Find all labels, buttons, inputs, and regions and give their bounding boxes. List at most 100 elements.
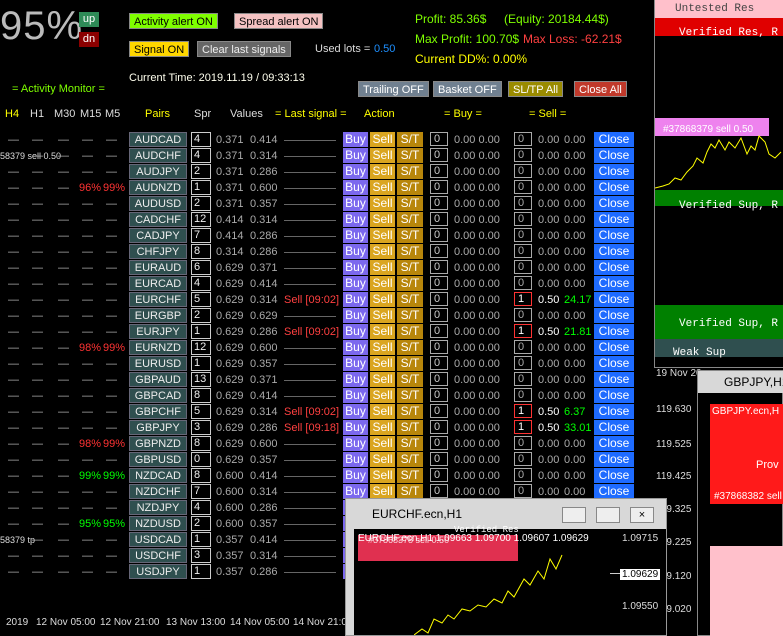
pair-label[interactable]: EURAUD	[129, 260, 187, 275]
sell-button[interactable]: Sell	[370, 404, 395, 419]
close-button[interactable]: Close	[594, 468, 634, 483]
trailing-button[interactable]: Trailing OFF	[358, 81, 429, 97]
close-button[interactable]: Close	[594, 132, 634, 147]
pair-label[interactable]: GBPJPY	[129, 420, 187, 435]
st-button[interactable]: S/T	[397, 372, 423, 387]
sell-button[interactable]: Sell	[370, 372, 395, 387]
close-button[interactable]: Close	[594, 212, 634, 227]
st-button[interactable]: S/T	[397, 484, 423, 499]
close-button[interactable]: Close	[594, 372, 634, 387]
close-button[interactable]: Close	[594, 276, 634, 291]
sell-button[interactable]: Sell	[370, 244, 395, 259]
pair-label[interactable]: USDJPY	[129, 564, 187, 579]
sell-button[interactable]: Sell	[370, 260, 395, 275]
pair-label[interactable]: EURCAD	[129, 276, 187, 291]
sell-button[interactable]: Sell	[370, 276, 395, 291]
sell-button[interactable]: Sell	[370, 292, 395, 307]
close-button[interactable]: Close	[594, 388, 634, 403]
sell-button[interactable]: Sell	[370, 484, 395, 499]
sell-button[interactable]: Sell	[370, 132, 395, 147]
buy-button[interactable]: Buy	[343, 292, 368, 307]
pair-label[interactable]: EURUSD	[129, 356, 187, 371]
buy-button[interactable]: Buy	[343, 148, 368, 163]
sell-button[interactable]: Sell	[370, 308, 395, 323]
pair-label[interactable]: AUDNZD	[129, 180, 187, 195]
pair-label[interactable]: CHFJPY	[129, 244, 187, 259]
up-button[interactable]: up	[79, 12, 99, 27]
eurchf-max-button[interactable]	[596, 507, 620, 523]
st-button[interactable]: S/T	[397, 404, 423, 419]
close-button[interactable]: Close	[594, 260, 634, 275]
clear-signals-button[interactable]: Clear last signals	[197, 41, 291, 57]
st-button[interactable]: S/T	[397, 260, 423, 275]
sell-button[interactable]: Sell	[370, 436, 395, 451]
pair-label[interactable]: EURJPY	[129, 324, 187, 339]
pair-label[interactable]: NZDUSD	[129, 516, 187, 531]
close-button[interactable]: Close	[594, 148, 634, 163]
pair-label[interactable]: GBPCHF	[129, 404, 187, 419]
st-button[interactable]: S/T	[397, 132, 423, 147]
st-button[interactable]: S/T	[397, 228, 423, 243]
pair-label[interactable]: USDCAD	[129, 532, 187, 547]
st-button[interactable]: S/T	[397, 420, 423, 435]
pair-label[interactable]: CADJPY	[129, 228, 187, 243]
st-button[interactable]: S/T	[397, 180, 423, 195]
eurchf-close-button[interactable]: ×	[630, 507, 654, 523]
gbpjpy-window[interactable]: GBPJPY,H1 GBPJPY.ecn,H Prov #37868382 se…	[697, 370, 783, 636]
sltp-all-button[interactable]: SL/TP All	[508, 81, 564, 97]
buy-button[interactable]: Buy	[343, 196, 368, 211]
dn-button[interactable]: dn	[79, 32, 99, 47]
sell-button[interactable]: Sell	[370, 468, 395, 483]
close-button[interactable]: Close	[594, 228, 634, 243]
close-button[interactable]: Close	[594, 308, 634, 323]
buy-button[interactable]: Buy	[343, 452, 368, 467]
sell-button[interactable]: Sell	[370, 324, 395, 339]
close-button[interactable]: Close	[594, 436, 634, 451]
close-button[interactable]: Close	[594, 324, 634, 339]
buy-button[interactable]: Buy	[343, 276, 368, 291]
buy-button[interactable]: Buy	[343, 404, 368, 419]
st-button[interactable]: S/T	[397, 356, 423, 371]
pair-label[interactable]: AUDJPY	[129, 164, 187, 179]
close-button[interactable]: Close	[594, 356, 634, 371]
sell-button[interactable]: Sell	[370, 388, 395, 403]
pair-label[interactable]: GBPUSD	[129, 452, 187, 467]
sell-button[interactable]: Sell	[370, 420, 395, 435]
st-button[interactable]: S/T	[397, 324, 423, 339]
buy-button[interactable]: Buy	[343, 212, 368, 227]
st-button[interactable]: S/T	[397, 276, 423, 291]
sell-button[interactable]: Sell	[370, 340, 395, 355]
gbpjpy-title[interactable]: GBPJPY,H1	[698, 371, 783, 393]
spread-alert-button[interactable]: Spread alert ON	[234, 13, 324, 29]
buy-button[interactable]: Buy	[343, 180, 368, 195]
buy-button[interactable]: Buy	[343, 324, 368, 339]
close-button[interactable]: Close	[594, 164, 634, 179]
sell-button[interactable]: Sell	[370, 148, 395, 163]
pair-label[interactable]: EURCHF	[129, 292, 187, 307]
st-button[interactable]: S/T	[397, 244, 423, 259]
buy-button[interactable]: Buy	[343, 420, 368, 435]
eurchf-window[interactable]: EURCHF.ecn,H1 × EURCHF.ecn,H1 1.09663 1.…	[345, 498, 667, 636]
sell-button[interactable]: Sell	[370, 196, 395, 211]
sell-button[interactable]: Sell	[370, 356, 395, 371]
buy-button[interactable]: Buy	[343, 340, 368, 355]
pair-label[interactable]: EURGBP	[129, 308, 187, 323]
buy-button[interactable]: Buy	[343, 132, 368, 147]
st-button[interactable]: S/T	[397, 164, 423, 179]
close-button[interactable]: Close	[594, 484, 634, 499]
sell-button[interactable]: Sell	[370, 212, 395, 227]
close-button[interactable]: Close	[594, 340, 634, 355]
buy-button[interactable]: Buy	[343, 308, 368, 323]
pair-label[interactable]: USDCHF	[129, 548, 187, 563]
pair-label[interactable]: GBPAUD	[129, 372, 187, 387]
st-button[interactable]: S/T	[397, 468, 423, 483]
close-button[interactable]: Close	[594, 180, 634, 195]
buy-button[interactable]: Buy	[343, 356, 368, 371]
pair-label[interactable]: GBPNZD	[129, 436, 187, 451]
pair-label[interactable]: AUDCHF	[129, 148, 187, 163]
pair-label[interactable]: EURNZD	[129, 340, 187, 355]
sell-button[interactable]: Sell	[370, 228, 395, 243]
pair-label[interactable]: CADCHF	[129, 212, 187, 227]
st-button[interactable]: S/T	[397, 436, 423, 451]
buy-button[interactable]: Buy	[343, 260, 368, 275]
